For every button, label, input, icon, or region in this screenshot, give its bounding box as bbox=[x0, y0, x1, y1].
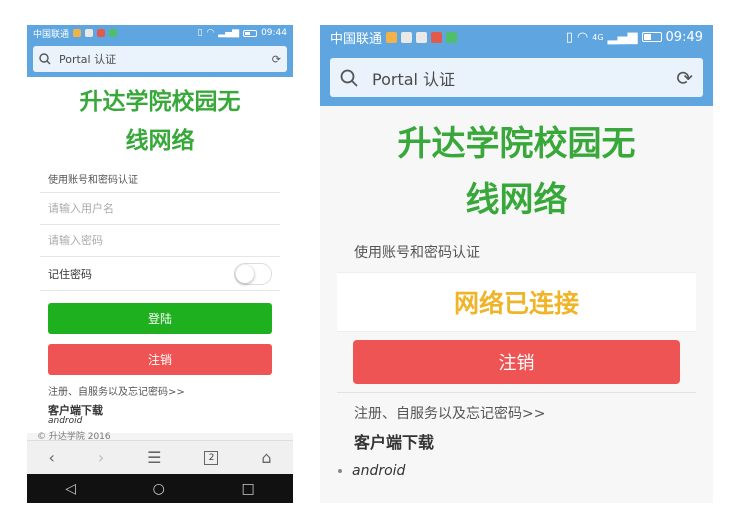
battery-icon bbox=[641, 32, 662, 42]
client-download-heading: 客户端下载 bbox=[48, 404, 103, 417]
clock: 09:44 bbox=[261, 28, 287, 38]
username-row bbox=[40, 193, 280, 225]
home-circle-icon[interactable]: ○ bbox=[153, 481, 165, 497]
login-button[interactable]: 登陆 bbox=[48, 303, 272, 334]
page-title: Portal 认证 bbox=[372, 69, 456, 89]
search-icon bbox=[340, 69, 358, 87]
auth-label: 使用账号和密码认证 bbox=[48, 175, 138, 186]
portal-page: 升达学院校园无 线网络 使用账号和密码认证 记住密码 登陆 注销 注册、自服务以… bbox=[27, 77, 293, 433]
vibrate-icon: ▯ bbox=[197, 28, 203, 38]
status-bar: 中国联通 ▯ ◠ ▂▄▆ 09:44 bbox=[27, 25, 293, 41]
browser-address-bar: Portal 认证 ⟳ bbox=[320, 49, 713, 106]
portal-title: 升达学院校园无 线网络 bbox=[79, 89, 241, 154]
android-list-item: android bbox=[320, 453, 713, 479]
logout-button[interactable]: 注销 bbox=[48, 344, 272, 375]
refresh-icon[interactable]: ⟳ bbox=[272, 53, 281, 66]
browser-address-bar: Portal 认证 ⟳ bbox=[27, 41, 293, 77]
page-title: Portal 认证 bbox=[59, 53, 117, 66]
menu-icon[interactable]: ☰ bbox=[147, 448, 161, 467]
portal-page: 升达学院校园无 线网络 使用账号和密码认证 网络已连接 注销 注册、自服务以及忘… bbox=[320, 106, 713, 503]
wifi-icon: ◠ bbox=[576, 29, 589, 45]
network-type: 4G bbox=[592, 32, 604, 42]
address-field[interactable]: Portal 认证 ⟳ bbox=[330, 58, 703, 97]
app-notification-icon bbox=[386, 31, 398, 43]
app-notification-icon bbox=[416, 31, 428, 43]
phone-screen-right: 中国联通 ▯ ◠ 4G ▂▄▆ 09:49 Portal 认证 ⟳ 升达学院校园… bbox=[320, 25, 713, 503]
carrier-name: 中国联通 bbox=[330, 31, 383, 47]
system-nav-bar: ◁ ○ □ bbox=[27, 474, 293, 503]
browser-toolbar: ‹ › ☰ 2 ⌂ bbox=[27, 440, 293, 474]
recents-square-icon[interactable]: □ bbox=[241, 481, 254, 497]
connection-status: 网络已连接 bbox=[337, 272, 696, 332]
app-notification-icon bbox=[431, 31, 443, 43]
password-input[interactable] bbox=[48, 234, 272, 247]
forward-icon[interactable]: › bbox=[98, 448, 104, 467]
portal-title: 升达学院校园无 线网络 bbox=[397, 124, 636, 220]
remember-label: 记住密码 bbox=[48, 267, 92, 281]
app-notification-icon bbox=[109, 29, 118, 37]
login-form: 记住密码 bbox=[40, 192, 280, 291]
username-input[interactable] bbox=[48, 202, 272, 215]
account-links[interactable]: 注册、自服务以及忘记密码>> bbox=[27, 375, 293, 398]
refresh-icon[interactable]: ⟳ bbox=[676, 66, 693, 90]
app-notification-icon bbox=[446, 31, 458, 43]
app-notification-icon bbox=[73, 29, 82, 37]
status-bar: 中国联通 ▯ ◠ 4G ▂▄▆ 09:49 bbox=[320, 25, 713, 49]
app-notification-icon bbox=[401, 31, 413, 43]
home-icon[interactable]: ⌂ bbox=[261, 448, 271, 467]
client-download-heading: 客户端下载 bbox=[354, 433, 435, 452]
search-icon bbox=[39, 53, 51, 65]
tabs-button[interactable]: 2 bbox=[204, 450, 219, 465]
back-icon[interactable]: ‹ bbox=[48, 448, 54, 467]
phone-screen-left: 中国联通 ▯ ◠ ▂▄▆ 09:44 Portal 认证 ⟳ 升达学院校园无 线… bbox=[27, 25, 293, 503]
android-download-link[interactable]: android bbox=[352, 463, 405, 479]
account-links[interactable]: 注册、自服务以及忘记密码>> bbox=[337, 392, 696, 423]
address-field[interactable]: Portal 认证 ⟳ bbox=[33, 46, 287, 72]
password-row bbox=[40, 225, 280, 257]
app-notification-icon bbox=[85, 29, 94, 37]
vibrate-icon: ▯ bbox=[565, 29, 573, 45]
auth-label: 使用账号和密码认证 bbox=[354, 245, 480, 261]
remember-password-toggle[interactable] bbox=[234, 262, 272, 285]
app-notification-icon bbox=[97, 29, 106, 37]
back-triangle-icon[interactable]: ◁ bbox=[65, 481, 76, 497]
carrier-name: 中国联通 bbox=[33, 29, 70, 40]
android-download-link[interactable]: android bbox=[27, 416, 293, 426]
signal-icon: ▂▄▆ bbox=[218, 28, 240, 38]
remember-row: 记住密码 bbox=[40, 257, 280, 291]
wifi-icon: ◠ bbox=[206, 28, 215, 38]
battery-icon bbox=[243, 29, 258, 37]
signal-icon: ▂▄▆ bbox=[607, 29, 638, 45]
clock: 09:49 bbox=[665, 29, 703, 45]
bullet-icon bbox=[338, 469, 342, 473]
logout-button[interactable]: 注销 bbox=[353, 340, 680, 384]
